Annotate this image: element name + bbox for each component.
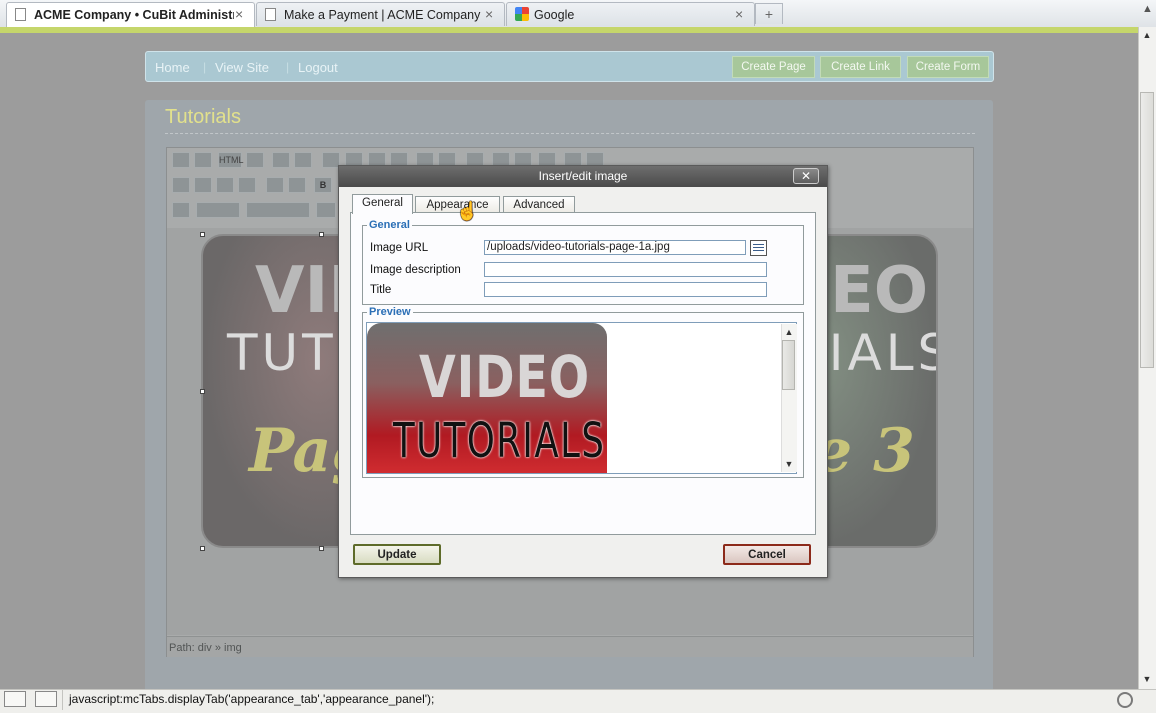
image-text: e 3: [814, 416, 915, 486]
close-tab-icon[interactable]: ×: [235, 6, 243, 22]
element-path: Path: div » img: [169, 642, 242, 654]
align-right-icon[interactable]: [216, 177, 234, 193]
tab-label: Google: [534, 8, 575, 22]
network-icon[interactable]: [1117, 692, 1133, 708]
scroll-up-arrow-icon[interactable]: ▲: [780, 327, 798, 337]
redo-icon[interactable]: [294, 152, 312, 168]
page-title: Tutorials: [165, 106, 241, 128]
format-select[interactable]: [196, 202, 240, 218]
nav-link-home[interactable]: Home: [155, 60, 190, 75]
align-center-icon[interactable]: [194, 177, 212, 193]
nav-link-view-site[interactable]: View Site: [215, 60, 269, 75]
undo-icon[interactable]: [272, 152, 290, 168]
resize-handle[interactable]: [200, 232, 205, 237]
fullscreen-icon[interactable]: [246, 152, 264, 168]
update-button[interactable]: Update: [353, 544, 441, 565]
create-page-button[interactable]: Create Page: [732, 56, 815, 78]
page-icon: [265, 8, 276, 21]
preview-icon[interactable]: [194, 152, 212, 168]
browser-tab-make-payment[interactable]: Make a Payment | ACME Company ×: [256, 2, 505, 26]
preview-image-text: VIDEO: [419, 343, 591, 411]
general-legend: General: [367, 219, 412, 231]
bold-button[interactable]: B: [314, 177, 332, 193]
preview-image: VIDEO TUTORIALS: [367, 323, 607, 473]
browse-icon[interactable]: [750, 240, 767, 256]
preview-scroll-thumb[interactable]: [782, 340, 795, 390]
html-source-button[interactable]: HTML: [218, 152, 244, 168]
tab-label: ACME Company • CuBit Administr...: [34, 8, 234, 22]
save-icon[interactable]: [172, 152, 190, 168]
admin-nav-bar: Home | View Site | Logout Create Page Cr…: [145, 51, 994, 82]
browser-tab-acme-admin[interactable]: ACME Company • CuBit Administr... ×: [6, 2, 255, 28]
tab-general[interactable]: General: [352, 194, 413, 214]
google-icon: [515, 7, 529, 21]
image-url-label: Image URL: [370, 242, 429, 254]
preview-image-text: TUTORIALS: [393, 413, 606, 469]
nav-link-logout[interactable]: Logout: [298, 60, 338, 75]
status-url: javascript:mcTabs.displayTab('appearance…: [69, 692, 435, 706]
page-scroll-thumb[interactable]: [1140, 92, 1154, 368]
divider: [165, 133, 975, 134]
dialog-title[interactable]: Insert/edit image: [339, 166, 827, 187]
console-icon[interactable]: [35, 691, 57, 707]
title-field[interactable]: [484, 282, 767, 297]
scroll-up-arrow-icon[interactable]: ▲: [1138, 30, 1156, 40]
new-tab-button[interactable]: +: [755, 3, 783, 24]
close-tab-icon[interactable]: ×: [485, 6, 493, 22]
create-link-button[interactable]: Create Link: [820, 56, 901, 78]
align-left-icon[interactable]: [172, 177, 190, 193]
tab-advanced[interactable]: Advanced: [503, 196, 575, 213]
nav-separator: |: [286, 60, 290, 74]
font-select[interactable]: [246, 202, 310, 218]
developer-tools-icon[interactable]: [4, 691, 26, 707]
image-description-field[interactable]: [484, 262, 767, 277]
align-justify-icon[interactable]: [238, 177, 256, 193]
page-icon: [15, 8, 26, 21]
indent-icon[interactable]: [288, 177, 306, 193]
edit-icon[interactable]: [172, 202, 190, 218]
image-description-label: Image description: [370, 264, 461, 276]
close-tab-icon[interactable]: ×: [735, 6, 743, 22]
resize-handle[interactable]: [319, 546, 324, 551]
create-form-button[interactable]: Create Form: [907, 56, 989, 78]
title-label: Title: [370, 284, 392, 296]
editor-path-bar: [167, 636, 973, 657]
outdent-icon[interactable]: [266, 177, 284, 193]
image-url-field[interactable]: /uploads/video-tutorials-page-1a.jpg: [484, 240, 746, 255]
nav-separator: |: [203, 60, 207, 74]
image-text: EO: [830, 254, 929, 328]
preview-legend: Preview: [367, 306, 413, 318]
scroll-down-arrow-icon[interactable]: ▼: [1138, 674, 1156, 684]
scroll-down-arrow-icon[interactable]: ▼: [780, 459, 798, 469]
dialog-close-button[interactable]: ✕: [793, 168, 819, 184]
resize-handle[interactable]: [200, 389, 205, 394]
font-size-select[interactable]: [316, 202, 336, 218]
tab-label: Make a Payment | ACME Company: [284, 8, 481, 22]
resize-handle[interactable]: [319, 232, 324, 237]
resize-handle[interactable]: [200, 546, 205, 551]
hand-cursor-icon: ☝: [456, 201, 479, 221]
scroll-up-arrow-icon[interactable]: ▲: [1139, 3, 1156, 23]
browser-tab-google[interactable]: Google ×: [506, 2, 755, 26]
divider: [62, 690, 63, 710]
cancel-button[interactable]: Cancel: [723, 544, 811, 565]
